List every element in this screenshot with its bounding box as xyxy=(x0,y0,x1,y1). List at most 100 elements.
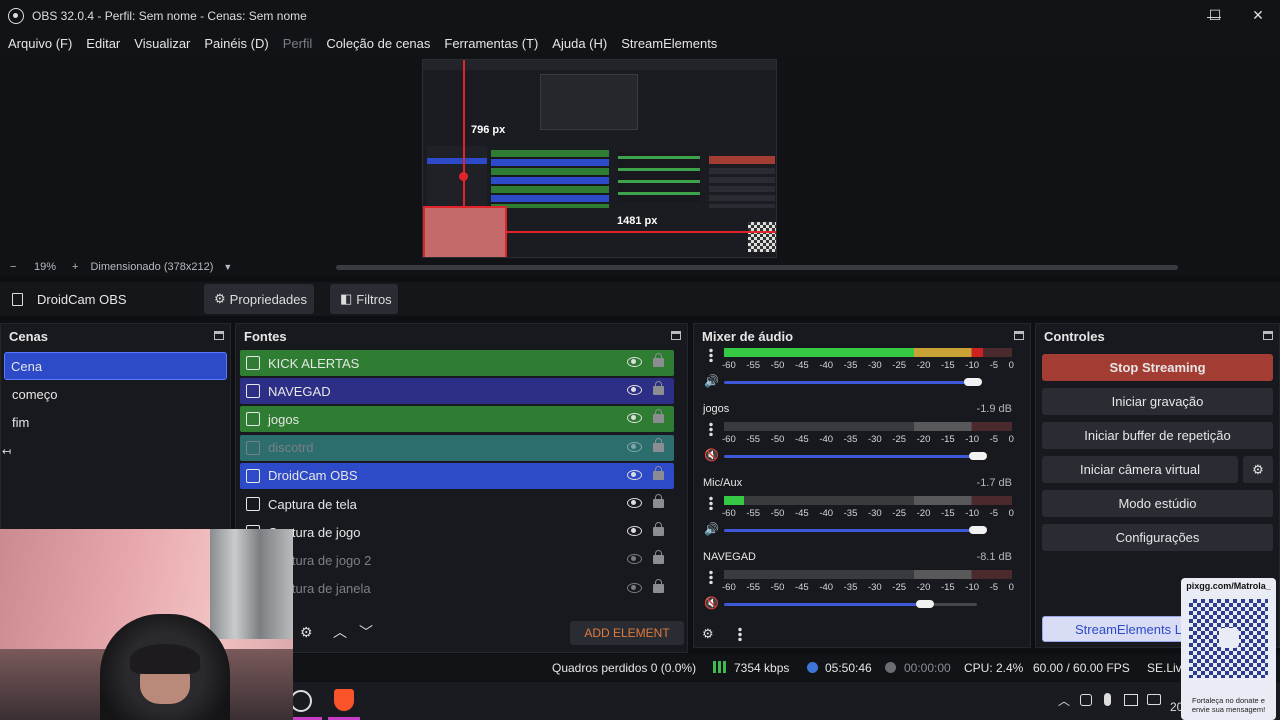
menu-editar[interactable]: Editar xyxy=(86,36,120,51)
start-replay-buffer-button[interactable]: Iniciar buffer de repetição xyxy=(1042,422,1273,449)
start-recording-button[interactable]: Iniciar gravação xyxy=(1042,388,1273,415)
hidden-eye-icon[interactable] xyxy=(627,554,642,565)
menu-visualizar[interactable]: Visualizar xyxy=(134,36,190,51)
obs-taskbar-icon[interactable] xyxy=(290,690,312,712)
menu-streamelements[interactable]: StreamElements xyxy=(621,36,717,51)
volume-knob[interactable] xyxy=(968,452,987,460)
muted-speaker-icon[interactable]: 🔇 xyxy=(704,596,719,610)
menu-arquivo[interactable]: Arquivo (F) xyxy=(8,36,72,51)
close-button[interactable]: ✕ xyxy=(1236,0,1280,31)
lock-icon[interactable] xyxy=(653,381,664,396)
studio-mode-button[interactable]: Modo estúdio xyxy=(1042,490,1273,517)
hidden-eye-icon[interactable] xyxy=(627,582,642,593)
tick-label: -5 xyxy=(989,508,999,519)
lock-icon[interactable] xyxy=(653,353,664,367)
add-element-button[interactable]: ADD ELEMENT xyxy=(570,621,684,645)
tray-camera-icon[interactable] xyxy=(1080,694,1092,706)
tick-label: -10 xyxy=(965,360,980,371)
lock-icon[interactable] xyxy=(653,437,664,452)
preview-canvas[interactable]: 796 px 1481 px xyxy=(422,59,777,258)
mixer-header: Mixer de áudio xyxy=(694,324,1030,348)
mixer-settings-icon[interactable]: ⚙ xyxy=(702,626,714,642)
maximize-button[interactable]: ☐ xyxy=(1193,0,1237,31)
filters-button[interactable]: ◧ Filtros xyxy=(330,284,398,314)
volume-slider[interactable] xyxy=(724,603,922,606)
source-item[interactable]: DroidCam OBS xyxy=(240,462,674,489)
tick-label: -5 xyxy=(989,434,999,445)
channel-menu-icon[interactable] xyxy=(709,496,713,510)
speaker-icon[interactable]: 🔊 xyxy=(704,374,719,388)
volume-knob[interactable] xyxy=(968,526,987,534)
move-down-icon[interactable]: ﹀ xyxy=(359,622,373,642)
properties-button[interactable]: ⚙ Propriedades xyxy=(204,284,314,314)
mixer-title: Mixer de áudio xyxy=(702,328,794,344)
lock-icon[interactable] xyxy=(653,409,664,424)
menu-ferramentas[interactable]: Ferramentas (T) xyxy=(444,36,538,51)
undock-icon[interactable] xyxy=(671,331,681,340)
qr-logo xyxy=(1219,628,1239,648)
source-item[interactable]: Captura de janela xyxy=(240,576,674,602)
source-settings-icon[interactable]: ⚙ xyxy=(300,624,313,641)
source-item[interactable]: Captura de jogo 2 xyxy=(240,547,674,573)
volume-slider[interactable] xyxy=(724,381,970,384)
virtual-camera-gear-icon[interactable]: ⚙ xyxy=(1243,456,1273,483)
tray-capture-icon[interactable] xyxy=(1124,694,1138,706)
source-item[interactable]: jogos xyxy=(240,406,674,433)
sources-header: Fontes xyxy=(236,324,687,348)
channel-menu-icon[interactable] xyxy=(709,348,713,362)
visibility-eye-icon[interactable] xyxy=(627,413,642,424)
volume-slider[interactable] xyxy=(724,455,975,458)
undock-icon[interactable] xyxy=(1263,331,1273,340)
tray-chevron-icon[interactable]: ︿ xyxy=(1058,692,1070,709)
visibility-eye-icon[interactable] xyxy=(627,469,642,480)
visibility-eye-icon[interactable] xyxy=(627,526,642,537)
channel-menu-icon[interactable] xyxy=(709,570,713,584)
source-item[interactable]: discotrd xyxy=(240,434,674,461)
guide-handle[interactable] xyxy=(459,172,468,181)
menu-ajuda[interactable]: Ajuda (H) xyxy=(552,36,607,51)
visibility-eye-icon[interactable] xyxy=(627,357,642,367)
volume-knob[interactable] xyxy=(915,600,934,608)
source-item[interactable]: Captura de tela xyxy=(240,491,674,517)
start-virtual-camera-button[interactable]: Iniciar câmera virtual xyxy=(1042,456,1238,483)
zoom-in-button[interactable]: + xyxy=(72,261,78,273)
preview-scrollbar[interactable] xyxy=(336,265,1178,270)
menu-paineis[interactable]: Painéis (D) xyxy=(204,36,268,51)
lock-icon[interactable] xyxy=(653,522,664,537)
scene-item-fim[interactable]: fim xyxy=(1,408,230,436)
source-item[interactable]: KICK ALERTAS xyxy=(240,350,674,376)
tray-mic-icon[interactable] xyxy=(1104,693,1111,706)
visibility-eye-icon[interactable] xyxy=(627,385,642,396)
scale-dropdown-icon[interactable]: ▼ xyxy=(223,262,232,272)
tray-monitor-icon[interactable] xyxy=(1147,694,1161,705)
window-frame xyxy=(210,529,293,639)
mixer-menu-icon[interactable] xyxy=(738,627,742,641)
level-meter xyxy=(724,422,1012,431)
move-up-icon[interactable]: ︿ xyxy=(333,622,347,642)
meter-ticks: -60 -55 -50 -45 -40 -35 -30 -25 -20 -15 -10 -5 0 xyxy=(722,434,1014,445)
channel-menu-icon[interactable] xyxy=(709,422,713,436)
stop-streaming-button[interactable]: Stop Streaming xyxy=(1042,354,1273,381)
menu-perfil[interactable]: Perfil xyxy=(283,36,313,51)
lock-icon[interactable] xyxy=(653,465,664,480)
volume-slider[interactable] xyxy=(724,529,975,532)
hidden-eye-icon[interactable] xyxy=(627,441,642,452)
speaker-icon[interactable]: 🔊 xyxy=(704,522,719,536)
settings-button[interactable]: Configurações xyxy=(1042,524,1273,551)
visibility-eye-icon[interactable] xyxy=(627,498,642,508)
undock-icon[interactable] xyxy=(214,331,224,340)
droidcam-bounding-box[interactable] xyxy=(423,206,507,257)
source-item[interactable]: Captura de jogo xyxy=(240,519,674,545)
source-item[interactable]: NAVEGAD xyxy=(240,378,674,405)
volume-knob[interactable] xyxy=(963,378,982,386)
zoom-out-button[interactable]: − xyxy=(10,261,24,273)
lock-icon[interactable] xyxy=(653,494,664,508)
muted-speaker-icon[interactable]: 🔇 xyxy=(704,448,719,462)
undock-icon[interactable] xyxy=(1014,331,1024,340)
menu-colecao-cenas[interactable]: Coleção de cenas xyxy=(326,36,430,51)
lock-icon[interactable] xyxy=(653,550,664,565)
brave-browser-icon[interactable] xyxy=(334,689,354,711)
scene-item-comeco[interactable]: começo xyxy=(1,380,230,408)
lock-icon[interactable] xyxy=(653,578,664,593)
scene-item-cena[interactable]: Cena xyxy=(4,352,227,380)
